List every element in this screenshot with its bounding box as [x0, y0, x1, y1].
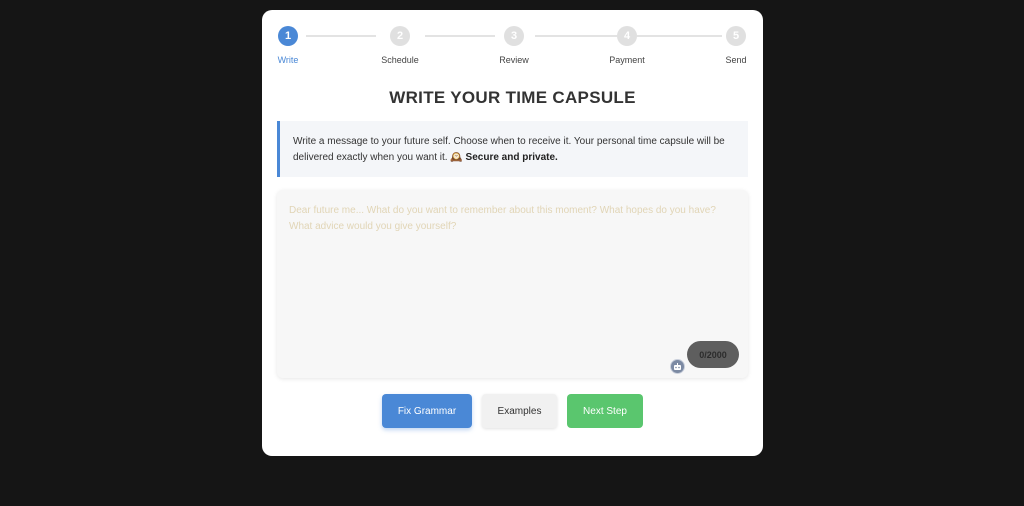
- message-editor: 0/2000: [277, 190, 748, 378]
- fix-grammar-button[interactable]: Fix Grammar: [382, 394, 472, 428]
- step-label: Review: [499, 55, 529, 65]
- step-label: Schedule: [381, 55, 419, 65]
- next-step-button[interactable]: Next Step: [567, 394, 643, 428]
- info-box: Write a message to your future self. Cho…: [277, 121, 748, 177]
- step-label: Payment: [609, 55, 645, 65]
- progress-stepper: 1 Write 2 Schedule 3 Review 4 Payment 5 …: [262, 10, 763, 80]
- step-write[interactable]: 1 Write: [258, 26, 318, 65]
- action-buttons: Fix Grammar Examples Next Step: [262, 394, 763, 428]
- examples-button[interactable]: Examples: [482, 394, 557, 428]
- page-title: WRITE YOUR TIME CAPSULE: [389, 88, 636, 107]
- step-number: 2: [390, 26, 410, 46]
- step-label: Send: [725, 55, 747, 65]
- character-counter: 0/2000: [687, 341, 739, 368]
- step-schedule[interactable]: 2 Schedule: [370, 26, 430, 65]
- robot-icon[interactable]: [670, 359, 685, 374]
- step-number: 4: [617, 26, 637, 46]
- message-textarea[interactable]: [277, 190, 748, 378]
- step-number: 3: [504, 26, 524, 46]
- step-review[interactable]: 3 Review: [484, 26, 544, 65]
- time-capsule-card: 1 Write 2 Schedule 3 Review 4 Payment 5 …: [262, 10, 763, 456]
- step-number: 1: [278, 26, 298, 46]
- step-send[interactable]: 5 Send: [706, 26, 766, 65]
- step-label: Write: [277, 55, 299, 65]
- step-payment[interactable]: 4 Payment: [597, 26, 657, 65]
- step-number: 5: [726, 26, 746, 46]
- info-emphasis: Secure and private.: [465, 152, 558, 163]
